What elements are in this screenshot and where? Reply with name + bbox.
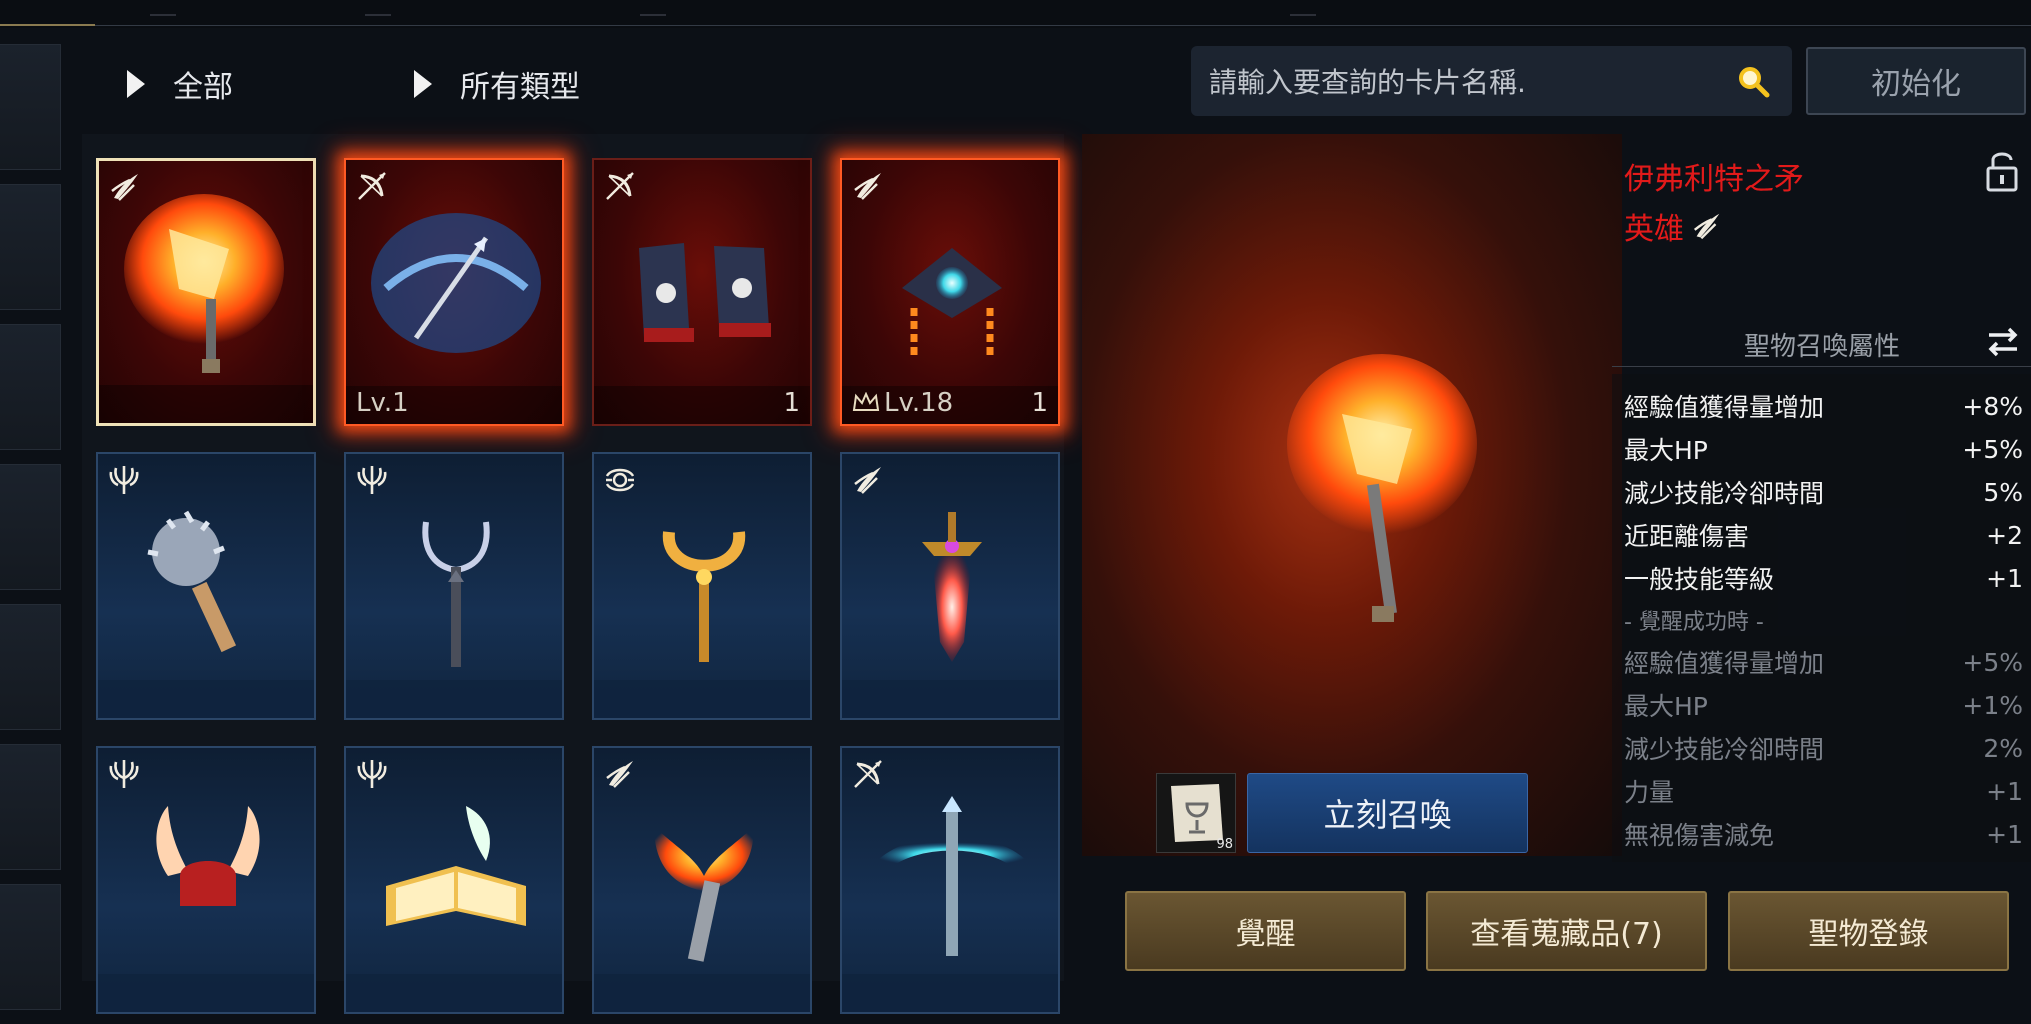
header-divider (1612, 366, 2031, 367)
register-relic-button[interactable]: 聖物登錄 (1728, 891, 2009, 971)
card-search-box (1191, 46, 1792, 116)
view-collection-button[interactable]: 查看蒐藏品(7) (1426, 891, 1707, 971)
relic-card[interactable] (96, 158, 316, 426)
category-tab[interactable] (0, 44, 61, 170)
card-footer (98, 974, 314, 1012)
relic-card[interactable] (344, 452, 564, 720)
card-footer (842, 974, 1058, 1012)
category-tab[interactable] (0, 464, 61, 590)
relic-card[interactable]: Lv.1 (344, 158, 564, 426)
dark-trident-art (422, 521, 490, 667)
awaken-button[interactable]: 覺醒 (1125, 891, 1406, 971)
card-footer (594, 680, 810, 718)
tab-icon[interactable] (365, 0, 391, 16)
relic-card[interactable]: Lv.18 1 (840, 158, 1060, 426)
card-footer (346, 680, 562, 718)
relic-card[interactable] (96, 452, 316, 720)
card-level: Lv.1 (356, 388, 409, 418)
card-search-input[interactable] (1207, 56, 1711, 108)
stat-row: 減少技能冷卻時間 5% (1624, 477, 2023, 509)
stat-row: 一般技能等級 +1 (1624, 563, 2023, 595)
tab-divider (95, 25, 2031, 26)
relic-preview (1082, 134, 1622, 856)
card-level: Lv.18 (852, 388, 953, 418)
awaken-stat-row: 減少技能冷卻時間 2% (1624, 733, 2023, 765)
category-tab[interactable] (0, 604, 61, 730)
summon-attributes-header: 聖物召喚屬性 (1743, 332, 1900, 362)
active-tab-indicator (0, 24, 95, 26)
fire-spear-art (124, 194, 284, 373)
card-footer (594, 386, 810, 424)
selected-relic-art (1287, 354, 1477, 622)
tab-icon[interactable] (150, 0, 176, 16)
card-count: 1 (1031, 388, 1048, 418)
dropdown-triangle-icon (127, 70, 145, 98)
relic-card[interactable] (344, 746, 564, 1014)
category-tab[interactable] (0, 184, 61, 310)
morning-star-art (147, 510, 237, 653)
relic-card[interactable] (592, 452, 812, 720)
card-count: 1 (783, 388, 800, 418)
swap-arrows-icon[interactable] (1983, 322, 2023, 362)
crown-icon (852, 392, 880, 411)
rarity-filter-label: 全部 (173, 70, 233, 105)
blue-crossbow-art (371, 213, 541, 353)
stat-row: 經驗值獲得量增加 +8% (1624, 391, 2023, 423)
left-category-tabs (0, 44, 62, 1024)
category-tab[interactable] (0, 744, 61, 870)
relic-card[interactable] (592, 746, 812, 1014)
dropdown-triangle-icon (414, 70, 432, 98)
rarity-filter-dropdown[interactable]: 全部 (127, 62, 233, 106)
summon-now-button[interactable]: 立刻召喚 (1247, 773, 1528, 853)
category-tab[interactable] (0, 884, 61, 1010)
type-filter-dropdown[interactable]: 所有類型 (414, 62, 580, 106)
card-footer (99, 385, 313, 423)
blade-icon (1690, 209, 1724, 243)
card-footer (98, 680, 314, 718)
tab-icon[interactable] (1290, 0, 1316, 16)
relic-card[interactable] (96, 746, 316, 1014)
card-footer (346, 974, 562, 1012)
crystal-dagger-art (922, 512, 982, 662)
awaken-note: - 覺醒成功時 - (1624, 610, 1764, 635)
card-footer (842, 680, 1058, 718)
top-tab-strip (0, 0, 2031, 28)
spellbook-art (386, 806, 526, 926)
awaken-stat-row: 最大HP +1% (1624, 690, 2023, 722)
category-tab[interactable] (0, 324, 61, 450)
scroll-count: 98 (1216, 837, 1233, 852)
relic-card-grid: Lv.1 1 Lv.18 1 (82, 134, 1064, 1014)
relic-detail-panel: 伊弗利特之矛 英雄 聖物召喚屬性 經驗值獲得量增加 +8% 最大HP +5% 減少技… (1612, 134, 2031, 862)
relic-card[interactable] (840, 452, 1060, 720)
type-filter-label: 所有類型 (460, 70, 580, 105)
relic-rarity: 英雄 (1624, 204, 1724, 248)
awaken-stat-row: 力量 +1 (1624, 776, 2023, 808)
summon-scroll-item[interactable]: 98 (1156, 773, 1236, 853)
flame-axe-art (654, 826, 754, 962)
horned-helmet-art (156, 806, 260, 906)
stat-row: 近距離傷害 +2 (1624, 520, 2023, 552)
cyan-crossbow-art (877, 796, 1027, 956)
relic-name: 伊弗利特之矛 (1624, 162, 1804, 197)
boots-art (639, 243, 771, 342)
stat-row: 最大HP +5% (1624, 434, 2023, 466)
awaken-stat-row: 經驗值獲得量增加 +5% (1624, 647, 2023, 679)
awaken-stat-row: 無視傷害減免 +1 (1624, 819, 2023, 851)
relic-card[interactable] (840, 746, 1060, 1014)
rarity-label: 英雄 (1624, 212, 1684, 247)
chained-orb-art (902, 248, 1002, 358)
tab-icon[interactable] (640, 0, 666, 16)
search-icon[interactable] (1736, 64, 1770, 98)
attribute-list: 經驗值獲得量增加 +8% 最大HP +5% 減少技能冷卻時間 5% 近距離傷害 +2 一… (1612, 374, 2031, 862)
reset-button[interactable]: 初始化 (1806, 47, 2026, 115)
relic-card[interactable]: 1 (592, 158, 812, 426)
golden-staff-art (662, 531, 746, 662)
unlock-icon[interactable] (1985, 148, 2019, 194)
card-footer (594, 974, 810, 1012)
